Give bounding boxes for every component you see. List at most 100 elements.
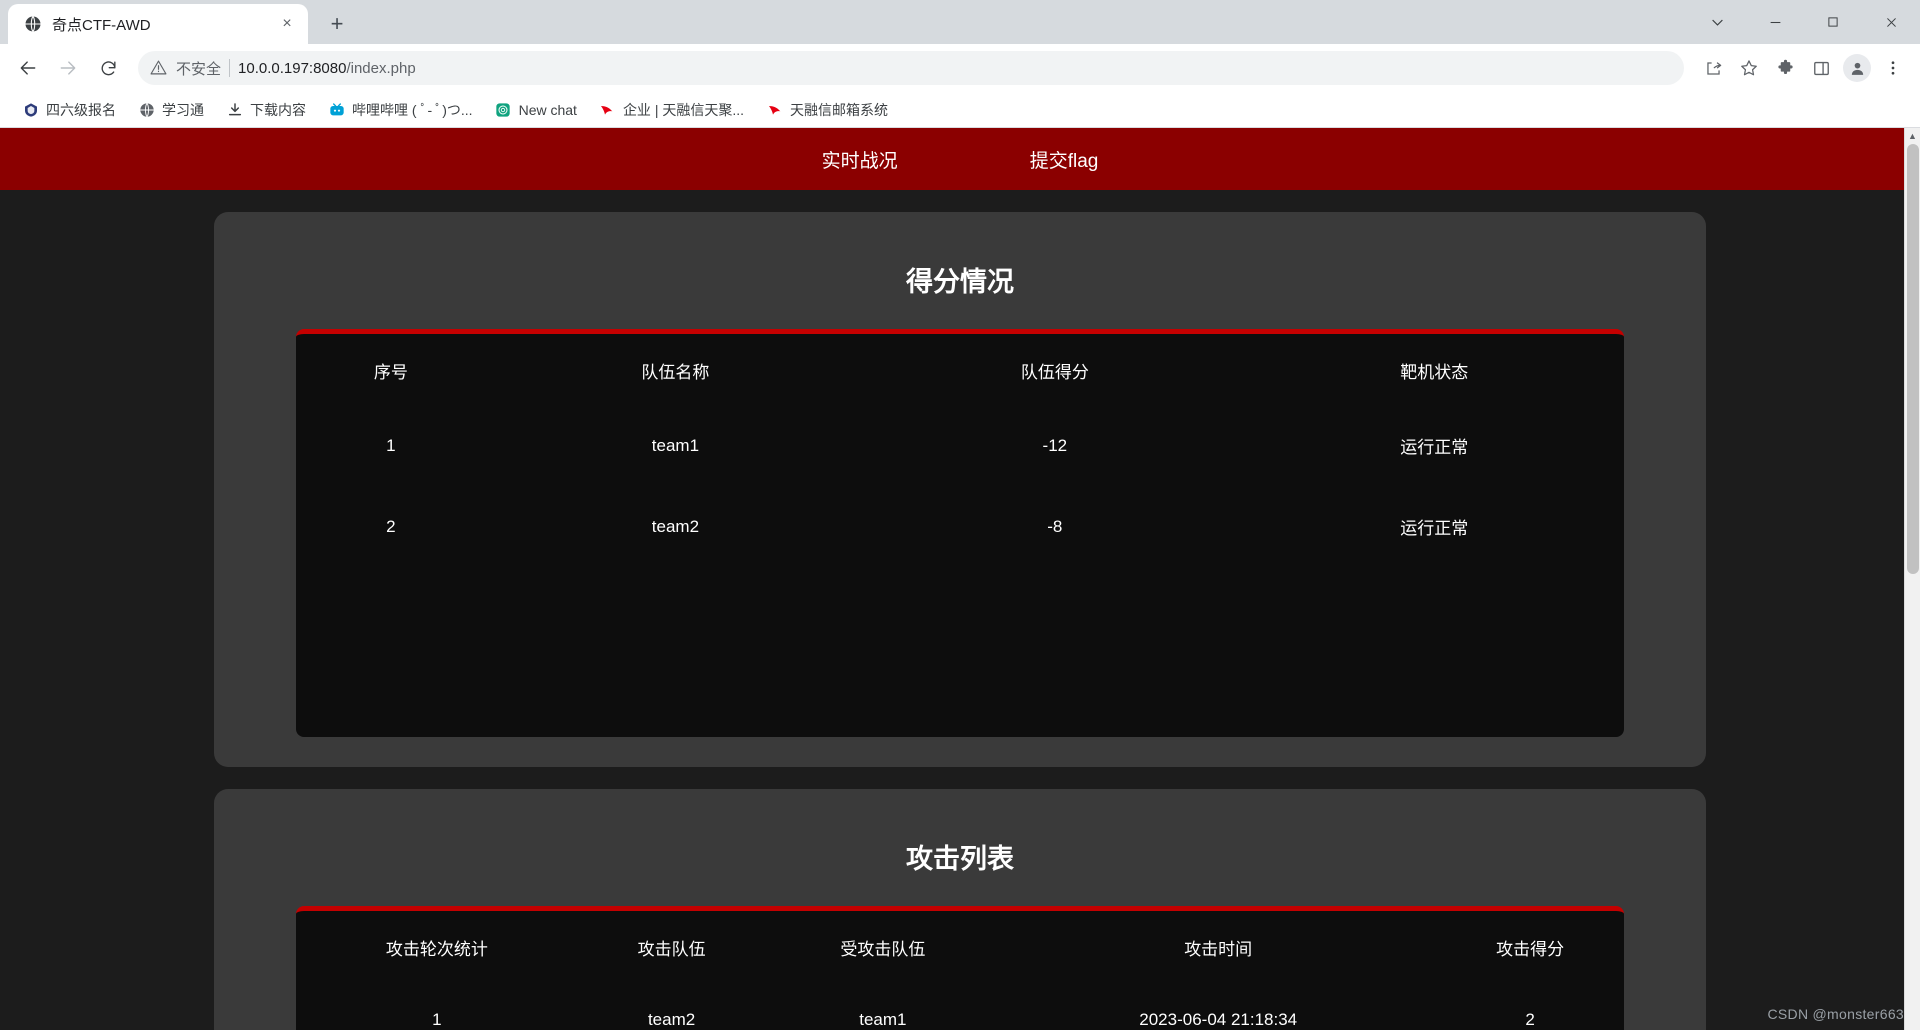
back-arrow-icon[interactable] xyxy=(10,50,46,86)
tab-title: 奇点CTF-AWD xyxy=(52,16,151,34)
security-status-label: 不安全 xyxy=(176,60,222,78)
toolbar-icons xyxy=(1696,51,1910,85)
cell-index: 2 xyxy=(386,516,396,536)
score-table-head: 序号 队伍名称 队伍得分 靶机状态 xyxy=(296,334,1624,405)
avatar xyxy=(1843,54,1871,82)
score-panel-title: 得分情况 xyxy=(906,267,1014,297)
cell-attack-time: 2023-06-04 21:18:34 xyxy=(1139,1010,1298,1029)
cell-team-score: -8 xyxy=(1047,516,1063,536)
table-row: 1 team1 -12 运行正常 xyxy=(296,405,1624,486)
minimize-icon[interactable] xyxy=(1746,0,1804,44)
scrollbar-thumb[interactable] xyxy=(1907,144,1919,574)
cell-target-status: 运行正常 xyxy=(1400,438,1469,457)
url-path: /index.php xyxy=(346,59,416,77)
bookmark-item[interactable]: New chat xyxy=(487,97,585,122)
browser-window: 奇点CTF-AWD × + 不安全 10.0.0.197:8080/index.… xyxy=(0,0,1920,1030)
table-header-row: 攻击轮次统计 攻击队伍 受攻击队伍 攻击时间 攻击得分 xyxy=(296,911,1624,982)
column-header-attack-time: 攻击时间 xyxy=(1184,940,1253,959)
attack-table: 攻击轮次统计 攻击队伍 受攻击队伍 攻击时间 攻击得分 1 team2 team… xyxy=(296,911,1624,1030)
bookmark-label: 四六级报名 xyxy=(46,101,116,118)
globe-icon xyxy=(138,101,155,118)
bookmark-label: 天融信邮箱系统 xyxy=(790,101,889,118)
table-row: 1 team2 team1 2023-06-04 21:18:34 2 xyxy=(296,982,1624,1030)
nav-link-submit-flag[interactable]: 提交flag xyxy=(1014,138,1115,181)
divider xyxy=(229,59,231,77)
close-icon[interactable] xyxy=(1862,0,1920,44)
column-header-index: 序号 xyxy=(373,363,408,382)
share-icon[interactable] xyxy=(1696,51,1730,85)
bookmark-item[interactable]: 企业 | 天融信天聚... xyxy=(591,96,752,124)
table-header-row: 序号 队伍名称 队伍得分 靶机状态 xyxy=(296,334,1624,405)
cell-attacker: team2 xyxy=(647,1010,696,1029)
reload-icon[interactable] xyxy=(90,50,126,86)
cell-victim: team1 xyxy=(859,1010,907,1029)
extensions-puzzle-icon[interactable] xyxy=(1768,51,1802,85)
bookmark-item[interactable]: 下载内容 xyxy=(218,96,314,124)
star-icon[interactable] xyxy=(1732,51,1766,85)
bookmark-item[interactable]: 哔哩哔哩 ( ﾟ- ﾟ)つ... xyxy=(320,96,481,124)
warning-triangle-icon xyxy=(150,59,168,77)
column-header-round: 攻击轮次统计 xyxy=(385,940,488,959)
tab-strip: 奇点CTF-AWD × + xyxy=(0,0,1920,44)
page-content: 实时战况 提交flag 得分情况 序号 队伍名称 队伍得分 靶机状态 1 tea… xyxy=(0,128,1920,1030)
attack-panel: 攻击列表 攻击轮次统计 攻击队伍 受攻击队伍 攻击时间 攻击得分 1 team2… xyxy=(214,789,1706,1030)
topsec-icon xyxy=(599,101,616,118)
cell-attack-score: 2 xyxy=(1525,1010,1535,1029)
bookmark-label: New chat xyxy=(518,101,577,118)
attack-table-head: 攻击轮次统计 攻击队伍 受攻击队伍 攻击时间 攻击得分 xyxy=(296,911,1624,982)
bilibili-icon xyxy=(328,101,345,118)
three-dot-menu-icon[interactable] xyxy=(1876,51,1910,85)
forward-arrow-icon[interactable] xyxy=(50,50,86,86)
bookmark-label: 下载内容 xyxy=(250,101,306,118)
watermark: CSDN @monster663 xyxy=(1767,1006,1904,1022)
table-empty-space xyxy=(296,567,1624,737)
score-table-wrapper: 序号 队伍名称 队伍得分 靶机状态 1 team1 -12 运行正常 2 tea… xyxy=(296,329,1624,737)
cell-team-score: -12 xyxy=(1042,435,1068,455)
bookmark-item[interactable]: 天融信邮箱系统 xyxy=(758,96,896,124)
globe-icon xyxy=(24,15,42,33)
browser-tab[interactable]: 奇点CTF-AWD × xyxy=(8,4,308,44)
table-row: 2 team2 -8 运行正常 xyxy=(296,486,1624,567)
cell-round: 1 xyxy=(432,1010,442,1029)
browser-toolbar: 不安全 10.0.0.197:8080/index.php xyxy=(0,44,1920,92)
score-panel: 得分情况 序号 队伍名称 队伍得分 靶机状态 1 team1 -12 运行正常 … xyxy=(214,212,1706,767)
column-header-target-status: 靶机状态 xyxy=(1400,363,1469,382)
address-bar[interactable]: 不安全 10.0.0.197:8080/index.php xyxy=(138,51,1684,85)
column-header-victim: 受攻击队伍 xyxy=(840,940,926,959)
bookmark-item[interactable]: 四六级报名 xyxy=(14,96,124,124)
scroll-up-arrow-icon[interactable]: ▲ xyxy=(1905,128,1920,144)
profile-avatar-icon[interactable] xyxy=(1840,51,1874,85)
url-host: 10.0.0.197:8080 xyxy=(238,59,347,77)
column-header-team-name: 队伍名称 xyxy=(641,363,710,382)
cell-target-status: 运行正常 xyxy=(1400,519,1469,538)
bookmarks-bar: 四六级报名 学习通 下载内容 哔哩哔哩 ( ﾟ- ﾟ)つ... New chat xyxy=(0,92,1920,128)
side-panel-icon[interactable] xyxy=(1804,51,1838,85)
topsec-icon xyxy=(766,101,783,118)
new-tab-button[interactable]: + xyxy=(320,7,354,41)
bookmark-label: 企业 | 天融信天聚... xyxy=(622,101,745,118)
bookmark-label: 哔哩哔哩 ( ﾟ- ﾟ)つ... xyxy=(352,101,473,118)
page-scrollbar[interactable]: ▲ xyxy=(1904,128,1920,1030)
column-header-attack-score: 攻击得分 xyxy=(1496,940,1565,959)
column-header-team-score: 队伍得分 xyxy=(1020,363,1089,382)
cell-index: 1 xyxy=(386,435,396,455)
url-text: 10.0.0.197:8080/index.php xyxy=(238,60,416,77)
attack-table-wrapper: 攻击轮次统计 攻击队伍 受攻击队伍 攻击时间 攻击得分 1 team2 team… xyxy=(296,906,1624,1030)
bookmark-item[interactable]: 学习通 xyxy=(130,96,212,124)
cell-team-name: team2 xyxy=(651,516,700,536)
maximize-icon[interactable] xyxy=(1804,0,1862,44)
attack-table-body: 1 team2 team1 2023-06-04 21:18:34 2 xyxy=(296,982,1624,1030)
cell-team-name: team1 xyxy=(651,435,700,455)
close-icon[interactable]: × xyxy=(276,13,298,35)
column-header-attacker: 攻击队伍 xyxy=(637,940,706,959)
score-table: 序号 队伍名称 队伍得分 靶机状态 1 team1 -12 运行正常 2 tea… xyxy=(296,334,1624,737)
bookmark-label: 学习通 xyxy=(162,101,204,118)
crest-icon xyxy=(22,101,39,118)
openai-icon xyxy=(495,101,512,118)
page-viewport: 实时战况 提交flag 得分情况 序号 队伍名称 队伍得分 靶机状态 1 tea… xyxy=(0,128,1920,1030)
site-navbar: 实时战况 提交flag xyxy=(0,128,1920,190)
chevron-down-icon[interactable] xyxy=(1688,0,1746,44)
nav-link-realtime-status[interactable]: 实时战况 xyxy=(806,138,914,181)
attack-panel-title: 攻击列表 xyxy=(906,844,1014,874)
window-controls xyxy=(1688,0,1920,44)
